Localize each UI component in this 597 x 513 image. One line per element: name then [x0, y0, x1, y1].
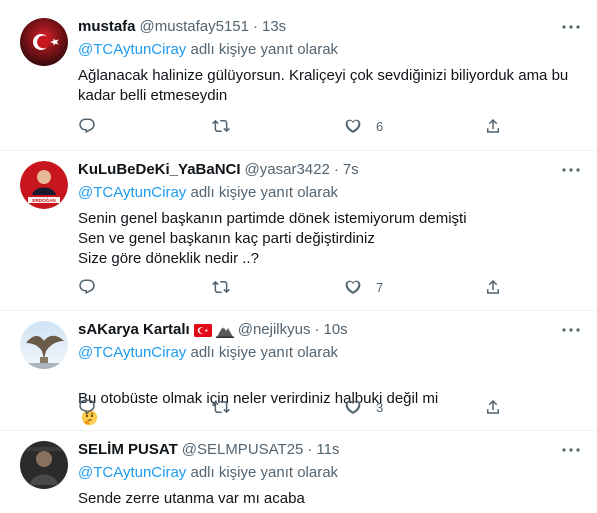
- reply-icon: [79, 399, 95, 415]
- tweet-2[interactable]: ERDOĞAN KuLuBeDeKi_YaBaNCI @yasar3422 · …: [0, 151, 597, 311]
- like-button[interactable]: 7: [344, 277, 383, 297]
- avatar[interactable]: [20, 441, 68, 489]
- tweet-actions: 7: [78, 277, 508, 297]
- user-handle[interactable]: @yasar3422: [245, 159, 330, 181]
- retweet-icon: [212, 280, 230, 294]
- separator-dot: ·: [252, 18, 258, 35]
- tweet-4[interactable]: SELİM PUSAT @SELMPUSAT25 · 11s @TCAytunC…: [0, 431, 597, 513]
- mountain-icon: [215, 326, 234, 338]
- reply-button[interactable]: [78, 277, 96, 297]
- tweet-actions: 6: [78, 116, 508, 136]
- timestamp[interactable]: 7s: [343, 159, 359, 181]
- separator-dot: ·: [333, 161, 339, 178]
- mention-link[interactable]: @TCAytunCiray: [78, 41, 186, 58]
- separator-dot: ·: [314, 321, 320, 338]
- reply-context-label: adlı kişiye yanıt olarak: [186, 464, 339, 481]
- heart-icon: [345, 280, 361, 294]
- mention-link[interactable]: @TCAytunCiray: [78, 184, 186, 201]
- reply-button[interactable]: [78, 116, 96, 136]
- reply-icon: [79, 279, 95, 295]
- avatar-caption: ERDOĞAN: [32, 196, 56, 203]
- like-button[interactable]: 6: [344, 116, 383, 136]
- reply-context-label: adlı kişiye yanıt olarak: [186, 184, 339, 201]
- like-count: 7: [376, 279, 384, 295]
- retweet-button[interactable]: [212, 397, 230, 417]
- share-button[interactable]: [484, 277, 502, 297]
- tweet-text: Sende zerre utanma var mı acaba: [78, 490, 305, 507]
- user-handle[interactable]: @nejilkyus: [238, 319, 311, 341]
- display-name[interactable]: mustafa: [78, 16, 136, 38]
- reply-button[interactable]: [78, 397, 96, 417]
- retweet-button[interactable]: [212, 116, 230, 136]
- avatar[interactable]: [20, 321, 68, 369]
- tweet-header: mustafa @mustafay5151 · 13s: [78, 16, 583, 38]
- user-handle[interactable]: @SELMPUSAT25: [182, 439, 304, 461]
- reply-context: @TCAytunCiray adlı kişiye yanıt olarak: [78, 40, 583, 60]
- retweet-button[interactable]: [212, 277, 230, 297]
- reply-context: @TCAytunCiray adlı kişiye yanıt olarak: [78, 463, 583, 483]
- user-handle[interactable]: @mustafay5151: [140, 16, 249, 38]
- mention-link[interactable]: @TCAytunCiray: [78, 344, 186, 361]
- heart-icon: [345, 400, 361, 414]
- more-options-icon[interactable]: [561, 447, 581, 453]
- more-options-icon[interactable]: [561, 24, 581, 30]
- heart-icon: [345, 119, 361, 133]
- tweet-header: sAKarya Kartalı @nejilkyus · 10s: [78, 319, 583, 341]
- share-icon: [487, 118, 499, 133]
- timestamp[interactable]: 10s: [324, 319, 348, 341]
- tweet-header: KuLuBeDeKi_YaBaNCI @yasar3422 · 7s: [78, 159, 583, 181]
- tweet-actions: 3: [78, 397, 508, 417]
- timestamp[interactable]: 11s: [316, 439, 339, 461]
- tweet-3[interactable]: sAKarya Kartalı @nejilkyus · 10s @TCAytu…: [0, 311, 597, 431]
- display-name[interactable]: KuLuBeDeKi_YaBaNCI: [78, 159, 241, 181]
- reply-context-label: adlı kişiye yanıt olarak: [186, 41, 339, 58]
- like-button[interactable]: 3: [344, 397, 383, 417]
- retweet-icon: [212, 400, 230, 414]
- tweet-text: Ağlanacak halinize gülüyorsun. Kraliçeyi…: [78, 67, 569, 104]
- mention-link[interactable]: @TCAytunCiray: [78, 464, 186, 481]
- reply-context-label: adlı kişiye yanıt olarak: [186, 344, 339, 361]
- turkish-flag-icon: [193, 323, 212, 337]
- tweet-1[interactable]: mustafa @mustafay5151 · 13s @TCAytunCira…: [0, 0, 597, 151]
- avatar[interactable]: [20, 18, 68, 66]
- more-options-icon[interactable]: [561, 167, 581, 173]
- display-name[interactable]: SELİM PUSAT: [78, 439, 178, 461]
- more-options-icon[interactable]: [561, 327, 581, 333]
- reply-icon: [79, 118, 95, 134]
- separator-dot: ·: [307, 441, 313, 458]
- share-icon: [487, 399, 499, 414]
- avatar[interactable]: ERDOĞAN: [20, 161, 68, 209]
- share-button[interactable]: [484, 116, 502, 136]
- tweet-text: Senin genel başkanın partimde dönek iste…: [78, 210, 467, 267]
- like-count: 6: [376, 118, 384, 134]
- retweet-icon: [212, 119, 230, 133]
- reply-context: @TCAytunCiray adlı kişiye yanıt olarak: [78, 343, 583, 363]
- reply-context: @TCAytunCiray adlı kişiye yanıt olarak: [78, 183, 583, 203]
- display-name[interactable]: sAKarya Kartalı: [78, 319, 190, 341]
- timestamp[interactable]: 13s: [262, 16, 286, 38]
- share-icon: [487, 279, 499, 294]
- like-count: 3: [376, 399, 384, 415]
- share-button[interactable]: [484, 397, 502, 417]
- tweet-header: SELİM PUSAT @SELMPUSAT25 · 11s: [78, 439, 583, 461]
